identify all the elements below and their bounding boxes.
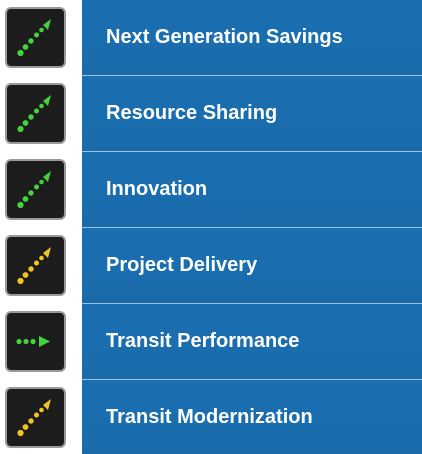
indicator-row[interactable]: Transit Performance	[0, 304, 422, 380]
indicator-row[interactable]: Project Delivery	[0, 228, 422, 304]
indicator-row[interactable]: Resource Sharing	[0, 76, 422, 152]
status-indicator-box	[5, 235, 66, 296]
status-indicator-box	[5, 7, 66, 68]
trending-up-dots-icon	[17, 19, 51, 57]
indicator-row[interactable]: Next Generation Savings	[0, 0, 422, 76]
trending-up-dots-icon	[17, 171, 51, 209]
indicator-row[interactable]: Innovation	[0, 152, 422, 228]
trending-up-dots-icon	[17, 399, 51, 437]
trending-up-dots-icon	[17, 247, 51, 285]
indicator-label: Next Generation Savings	[106, 26, 343, 48]
indicator-row[interactable]: Transit Modernization	[0, 380, 422, 454]
status-indicator-box	[5, 311, 66, 372]
performance-indicator-panel: Next Generation Savings Resource Sharing…	[0, 0, 422, 454]
indicator-label: Resource Sharing	[106, 102, 278, 124]
indicator-label: Innovation	[106, 178, 208, 200]
indicator-label: Transit Modernization	[106, 406, 313, 428]
indicator-label: Project Delivery	[106, 254, 258, 276]
trending-flat-dots-icon	[16, 336, 50, 347]
indicator-label: Transit Performance	[106, 330, 300, 352]
status-indicator-box	[5, 387, 66, 448]
trending-up-dots-icon	[17, 95, 51, 133]
status-indicator-box	[5, 83, 66, 144]
status-indicator-box	[5, 159, 66, 220]
